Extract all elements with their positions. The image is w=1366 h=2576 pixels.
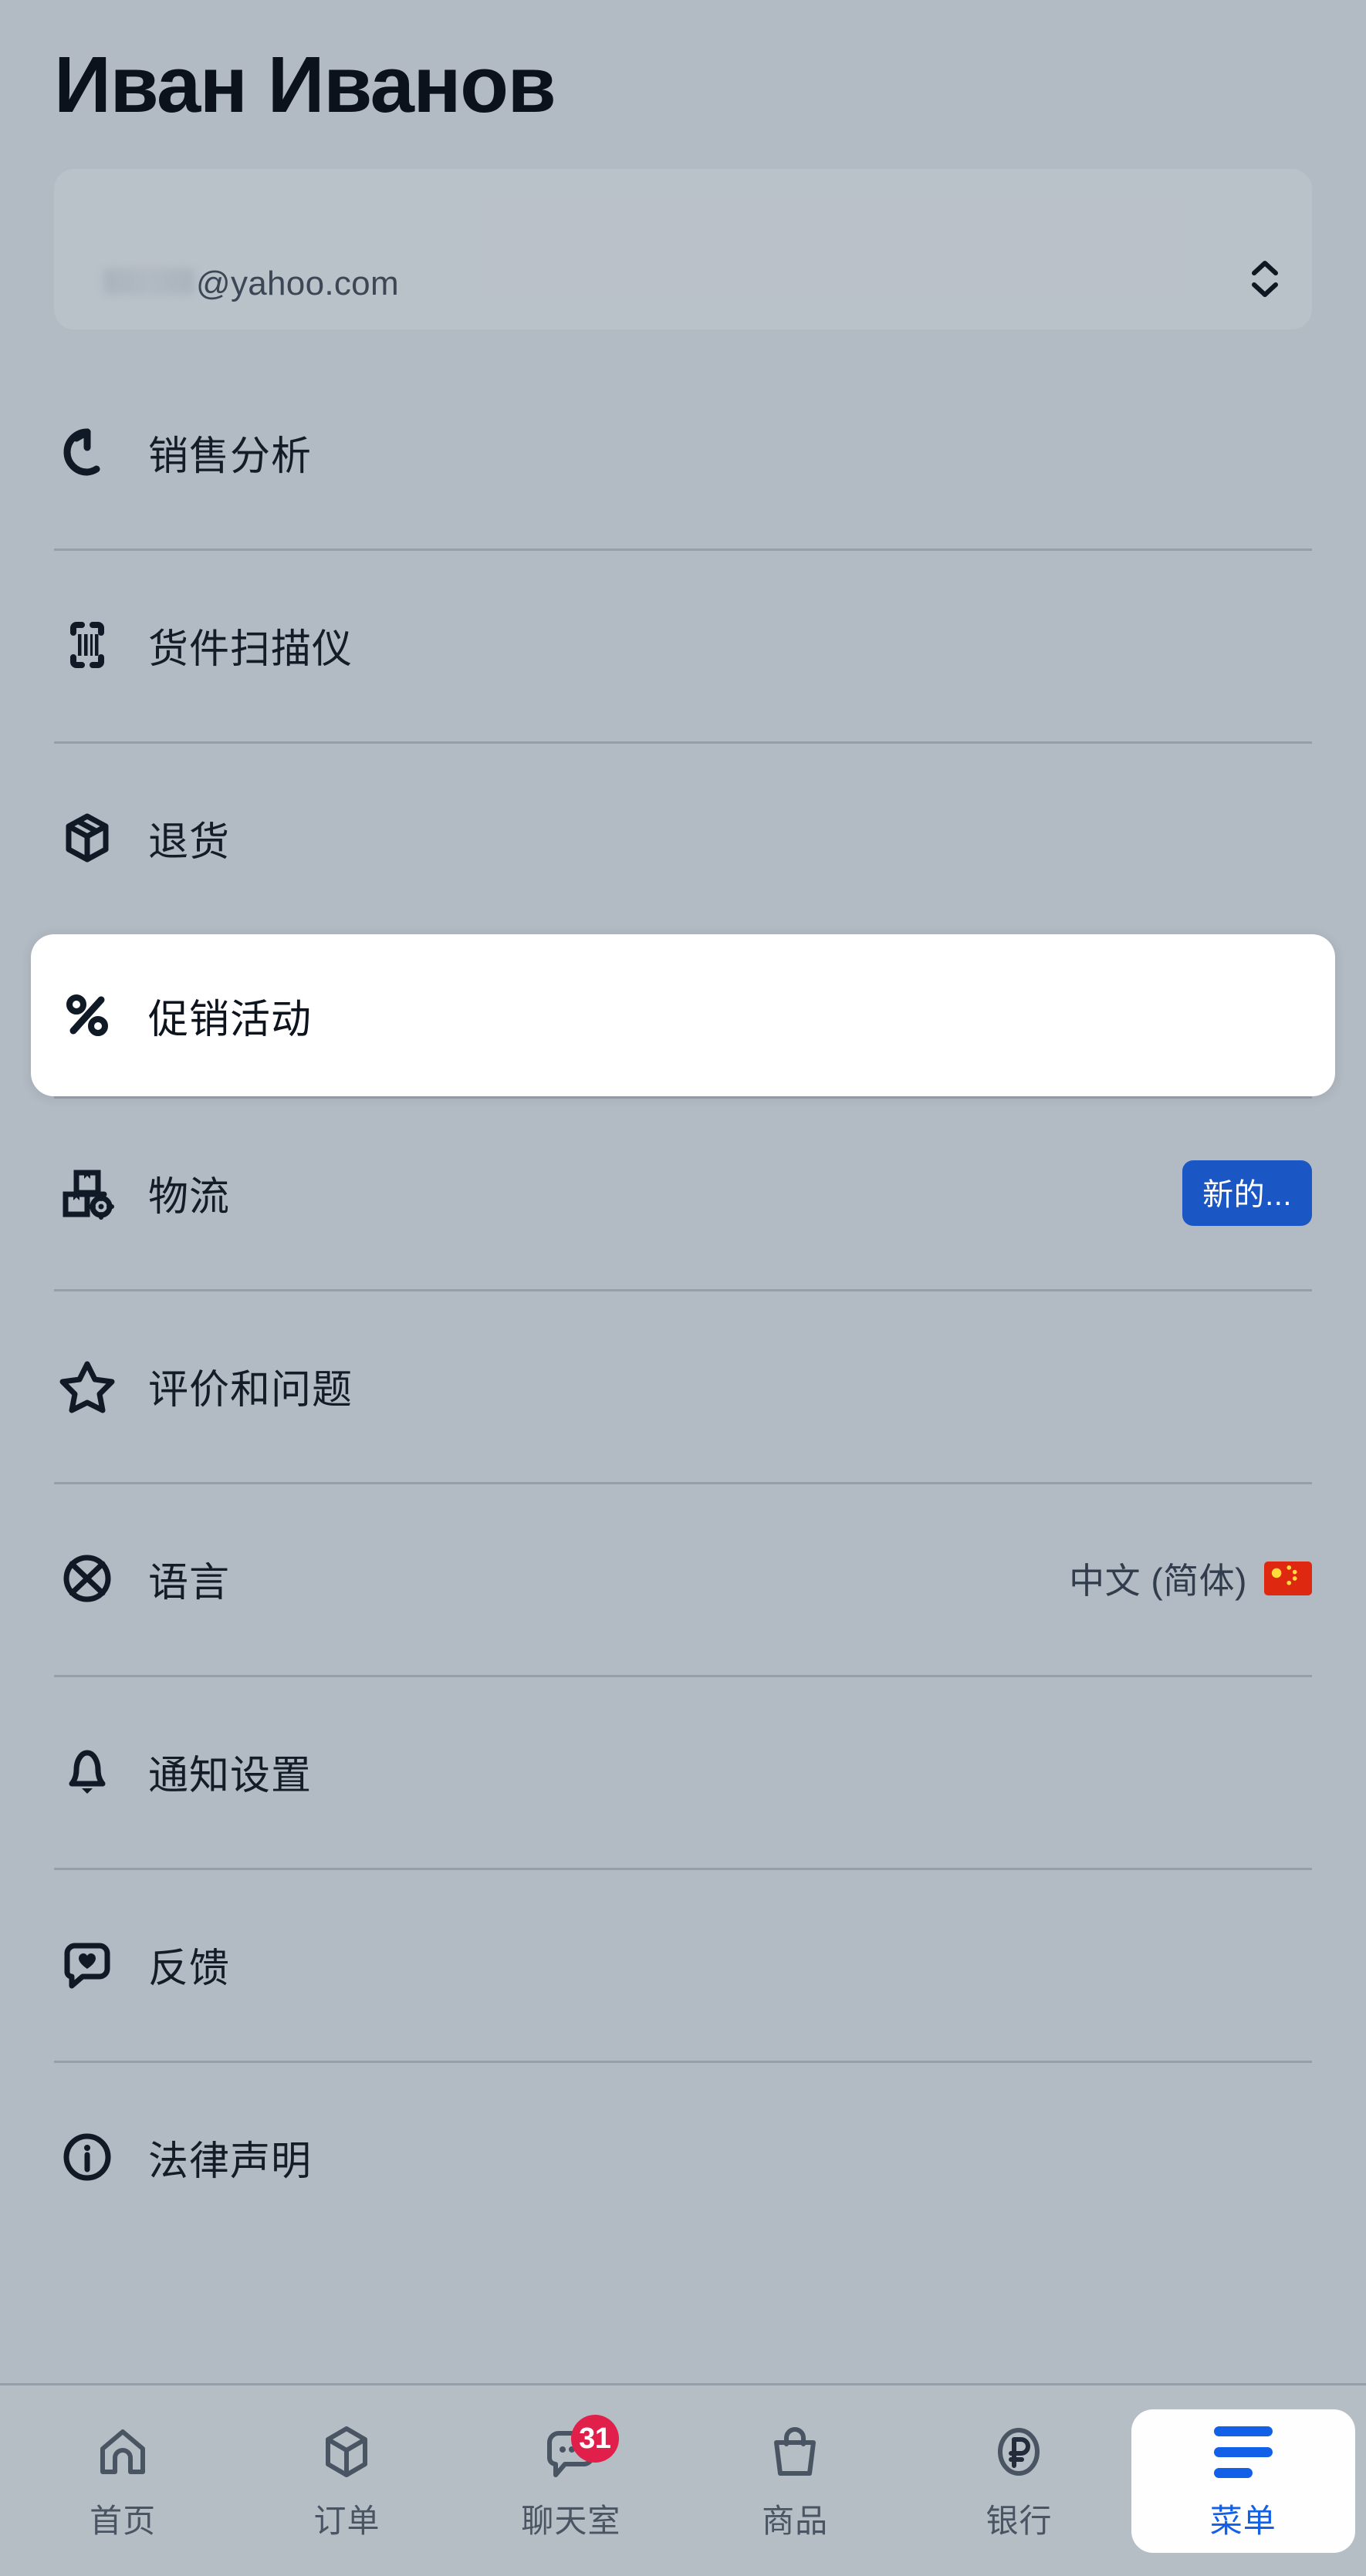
menu-item-label: 退货: [148, 819, 231, 865]
nav-item-home[interactable]: 首页: [11, 2409, 235, 2553]
menu-item-language[interactable]: 语言 中文 (简体): [0, 1482, 1366, 1675]
barcode-scanner-icon: [54, 612, 120, 678]
menu-screen: Иван Иванов @yahoo.com 销售分析 货件扫描仪 退货 促销活…: [0, 0, 1366, 2576]
menu-icon: [1211, 2419, 1276, 2484]
cn-flag-icon: [1264, 1561, 1312, 1596]
home-icon: [90, 2419, 155, 2484]
nav-item-label: 菜单: [1209, 2503, 1276, 2539]
hamburger-line: [1213, 2446, 1273, 2457]
menu-item-label: 促销活动: [148, 997, 313, 1042]
menu-list: 销售分析 货件扫描仪 退货 促销活动 物流 新的... 评价和问题 语言 中文 …: [0, 356, 1366, 2383]
info-circle-icon: [54, 2124, 120, 2190]
divider: [54, 549, 1312, 552]
menu-item-reviews-questions[interactable]: 评价和问题: [0, 1289, 1366, 1482]
percent-icon: [54, 982, 120, 1048]
chat-icon: 31: [539, 2415, 619, 2484]
menu-item-returns[interactable]: 退货: [0, 741, 1366, 934]
menu-item-sales-analytics[interactable]: 销售分析: [0, 356, 1366, 549]
menu-item-shipment-scanner[interactable]: 货件扫描仪: [0, 549, 1366, 741]
nav-item-bank[interactable]: 银行: [907, 2409, 1131, 2553]
globe-language-icon: [54, 1545, 120, 1612]
nav-item-orders[interactable]: 订单: [235, 2409, 458, 2553]
logistics-boxes-gear-icon: [54, 1160, 120, 1226]
nav-item-label: 银行: [986, 2503, 1053, 2539]
divider: [54, 1675, 1312, 1678]
chevron-up-down-icon[interactable]: [1252, 261, 1278, 303]
hamburger-line: [1213, 2426, 1273, 2436]
heart-chat-icon: [54, 1931, 120, 1997]
divider: [54, 1482, 1312, 1485]
box-icon: [314, 2419, 379, 2484]
menu-item-feedback[interactable]: 反馈: [0, 1868, 1366, 2061]
divider: [54, 741, 1312, 744]
nav-item-chat[interactable]: 31 聊天室: [459, 2409, 683, 2553]
menu-item-label: 通知设置: [148, 1753, 313, 1798]
nav-item-label: 聊天室: [521, 2503, 621, 2539]
nav-item-label: 首页: [90, 2503, 157, 2539]
menu-item-notification-settings[interactable]: 通知设置: [0, 1675, 1366, 1868]
status-badge-new: 新的...: [1182, 1160, 1312, 1226]
hamburger-line: [1213, 2467, 1253, 2478]
bag-icon: [762, 2419, 827, 2484]
menu-item-label: 物流: [148, 1174, 231, 1220]
menu-item-label: 法律声明: [148, 2139, 313, 2184]
divider: [54, 1096, 1312, 1099]
bottom-navigation: 首页 订单 31 聊天室 商品 银行 菜单: [0, 2383, 1366, 2576]
account-email: @yahoo.com: [85, 265, 399, 303]
menu-item-logistics[interactable]: 物流 新的...: [0, 1096, 1366, 1289]
chat-unread-badge: 31: [570, 2415, 619, 2463]
nav-item-menu[interactable]: 菜单: [1131, 2409, 1355, 2553]
nav-item-label: 商品: [762, 2503, 829, 2539]
star-icon: [54, 1352, 120, 1419]
hamburger-lines: [1213, 2426, 1273, 2478]
menu-item-label: 货件扫描仪: [148, 626, 353, 672]
divider: [54, 2061, 1312, 2064]
account-selector[interactable]: @yahoo.com: [54, 169, 1312, 330]
nav-item-products[interactable]: 商品: [683, 2409, 907, 2553]
divider: [54, 1289, 1312, 1292]
divider: [54, 1868, 1312, 1871]
account-username-masked: [103, 268, 194, 295]
account-email-domain: @yahoo.com: [196, 265, 399, 303]
sales-analytics-icon: [54, 419, 120, 485]
bell-icon: [54, 1738, 120, 1805]
nav-item-label: 订单: [313, 2503, 380, 2539]
menu-item-label: 反馈: [148, 1946, 231, 1991]
menu-item-label: 语言: [148, 1560, 231, 1605]
ruble-icon: [986, 2419, 1051, 2484]
language-value: 中文 (简体): [1069, 1561, 1247, 1602]
header: Иван Иванов: [0, 0, 1366, 129]
menu-item-promotions[interactable]: 促销活动: [31, 934, 1335, 1097]
package-return-icon: [54, 805, 120, 871]
menu-item-legal-notice[interactable]: 法律声明: [0, 2061, 1366, 2254]
menu-item-label: 评价和问题: [148, 1367, 353, 1413]
page-title: Иван Иванов: [54, 40, 556, 129]
menu-item-label: 销售分析: [148, 434, 313, 479]
